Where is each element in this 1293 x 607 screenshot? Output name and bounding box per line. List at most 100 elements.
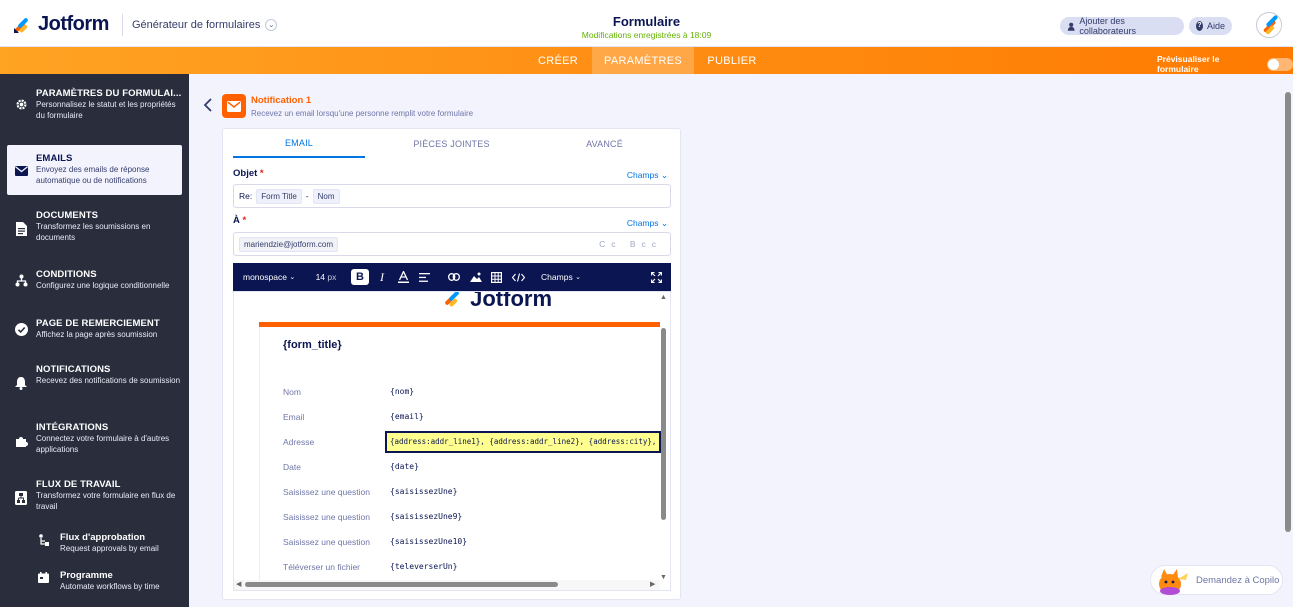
sidebar-item-desc: Recevez des notifications de soumission (36, 376, 181, 385)
jotform-logo-icon (445, 292, 459, 307)
required-mark: * (242, 215, 247, 226)
template-row-label: Email (283, 412, 305, 422)
preview-toggle-area[interactable]: Prévisualiser le formulaire (1157, 54, 1293, 74)
help-button[interactable]: ? Aide (1189, 17, 1232, 35)
sidebar-item-desc: Configurez une logique conditionnelle (36, 281, 170, 290)
font-family-select[interactable]: monospace ⌄ (243, 269, 297, 285)
avatar[interactable] (1256, 12, 1282, 38)
editor-horizontal-scrollbar[interactable]: ◀ ▶ (234, 580, 660, 590)
subject-field[interactable]: Re: Form Title - Nom (233, 184, 671, 208)
scrollbar-thumb[interactable] (661, 328, 666, 520)
top-bar: Jotform Générateur de formulaires ⌄ Form… (0, 0, 1293, 47)
scroll-right-icon[interactable]: ▶ (650, 580, 655, 588)
recipient-tag[interactable]: mariendzie@jotform.com (239, 236, 339, 252)
champs-label: Champs (626, 170, 659, 180)
tab-email[interactable]: EMAIL (233, 129, 365, 158)
sidebar-item-integrations[interactable]: INTÉGRATIONS Connectez votre formulaire … (7, 422, 182, 458)
toolbar-champs-dropdown[interactable]: Champs ⌄ (539, 269, 583, 285)
chevron-down-icon: ⌄ (289, 274, 296, 281)
envelope-icon (14, 164, 28, 178)
template-row-label: Saisissez une question (283, 537, 370, 547)
email-panel: EMAIL PIÈCES JOINTES AVANCÉ Objet * Cham… (222, 128, 681, 600)
text-color-icon[interactable] (397, 269, 409, 285)
to-field[interactable]: mariendzie@jotform.com Cc Bcc (233, 232, 671, 256)
editor-vertical-scrollbar[interactable]: ▲ ▼ (660, 294, 667, 581)
form-title-tag[interactable]: Form Title (256, 188, 302, 204)
template-form-title: {form_title} (283, 339, 342, 351)
scroll-down-icon[interactable]: ▼ (660, 574, 667, 581)
sidebar-item-thank-you[interactable]: PAGE DE REMERCIEMENT Affichez la page ap… (7, 318, 182, 344)
editor-toolbar: monospace ⌄ 14 px B I Champs ⌄ (233, 263, 671, 291)
subject-label-text: Objet (233, 168, 258, 179)
tab-publish[interactable]: PUBLIER (695, 47, 769, 74)
add-collaborators-button[interactable]: Ajouter des collaborateurs (1060, 16, 1184, 36)
italic-button[interactable]: I (376, 269, 388, 285)
subitem-desc: Automate workflows by time (60, 582, 160, 591)
conditions-icon (14, 273, 28, 287)
sidebar-item-emails[interactable]: EMAILS Envoyez des emails de réponse aut… (7, 145, 182, 195)
font-size-select[interactable]: 14 px (313, 269, 339, 285)
tab-create[interactable]: CRÉER (525, 47, 591, 74)
sidebar-item-form-settings[interactable]: PARAMÈTRES DU FORMULAI... Personnalisez … (7, 88, 182, 134)
bcc-button[interactable]: Bcc (630, 239, 662, 249)
gear-icon (14, 97, 28, 111)
code-icon[interactable] (511, 269, 525, 285)
font-family-value: monospace (243, 272, 287, 282)
add-collaborators-label: Ajouter des collaborateurs (1079, 16, 1136, 36)
template-row-value: {televerserUn} (390, 562, 458, 571)
preview-toggle[interactable] (1267, 57, 1293, 71)
sidebar-item-desc: Personnalisez le statut et les propriété… (36, 100, 176, 120)
scroll-up-icon[interactable]: ▲ (660, 294, 667, 301)
editor-jotform-logo: Jotform (442, 291, 553, 312)
sidebar-item-conditions[interactable]: CONDITIONS Configurez une logique condit… (7, 269, 182, 295)
subject-label: Objet * (233, 168, 264, 179)
email-editor[interactable]: Jotform {form_title} Nom {nom} Email {em… (233, 291, 671, 591)
template-row-value: {saisissezUne9} (390, 512, 463, 521)
page-scrollbar-thumb[interactable] (1285, 92, 1291, 532)
sidebar-subitem-schedule[interactable]: Programme Automate workflows by time (38, 570, 160, 591)
fullscreen-icon[interactable] (649, 269, 663, 285)
jotform-logo[interactable]: Jotform (12, 13, 109, 36)
document-icon (14, 222, 28, 236)
scrollbar-thumb[interactable] (245, 582, 558, 587)
sidebar-item-title: NOTIFICATIONS (36, 364, 111, 375)
subject-champs-dropdown[interactable]: Champs ⌄ (627, 170, 668, 181)
template-row-value: {saisissezUne} (390, 487, 458, 496)
sidebar-subitem-approval-flow[interactable]: Flux d'approbation Request approvals by … (38, 532, 159, 553)
bold-button[interactable]: B (351, 269, 369, 285)
tab-settings[interactable]: PARAMÈTRES (592, 47, 694, 74)
back-chevron-icon[interactable] (203, 97, 213, 118)
builder-dropdown[interactable]: Générateur de formulaires ⌄ (122, 14, 278, 36)
question-icon: ? (1196, 21, 1203, 31)
font-size-unit: px (327, 272, 337, 282)
scroll-left-icon[interactable]: ◀ (236, 580, 241, 588)
required-mark: * (259, 168, 264, 179)
sidebar-item-documents[interactable]: DOCUMENTS Transformez les soumissions en… (7, 210, 182, 246)
to-champs-dropdown[interactable]: Champs ⌄ (627, 218, 668, 229)
sidebar-item-desc: Affichez la page après soumission (36, 330, 158, 339)
puzzle-icon (14, 434, 28, 448)
chevron-down-icon: ⌄ (575, 274, 581, 281)
selected-address-value[interactable]: {address:addr_line1}, {address:addr_line… (385, 431, 661, 453)
page-scrollbar[interactable] (1284, 84, 1292, 604)
avatar-logo-icon (1258, 14, 1281, 37)
cc-button[interactable]: Cc (599, 239, 621, 249)
tab-advanced[interactable]: AVANCÉ (538, 129, 671, 158)
copilot-avatar-icon[interactable] (1156, 567, 1190, 595)
sidebar-item-notifications[interactable]: NOTIFICATIONS Recevez des notifications … (7, 364, 182, 400)
template-row-label: Saisissez une question (283, 512, 370, 522)
align-icon[interactable] (418, 269, 430, 285)
image-icon[interactable] (469, 269, 482, 285)
check-icon (14, 322, 28, 336)
table-icon[interactable] (490, 269, 503, 285)
template-row-label: Adresse (283, 437, 315, 447)
editor-logo-text: Jotform (470, 291, 553, 311)
tab-attachments[interactable]: PIÈCES JOINTES (385, 129, 518, 158)
subitem-title: Programme (60, 570, 113, 581)
subject-separator: - (305, 191, 309, 201)
link-icon[interactable] (447, 269, 461, 285)
name-tag[interactable]: Nom (312, 188, 340, 204)
champs-label: Champs (626, 218, 659, 228)
sidebar-item-workflows[interactable]: FLUX DE TRAVAIL Transformez votre formul… (7, 479, 182, 515)
preview-label: Prévisualiser le formulaire (1157, 54, 1220, 74)
